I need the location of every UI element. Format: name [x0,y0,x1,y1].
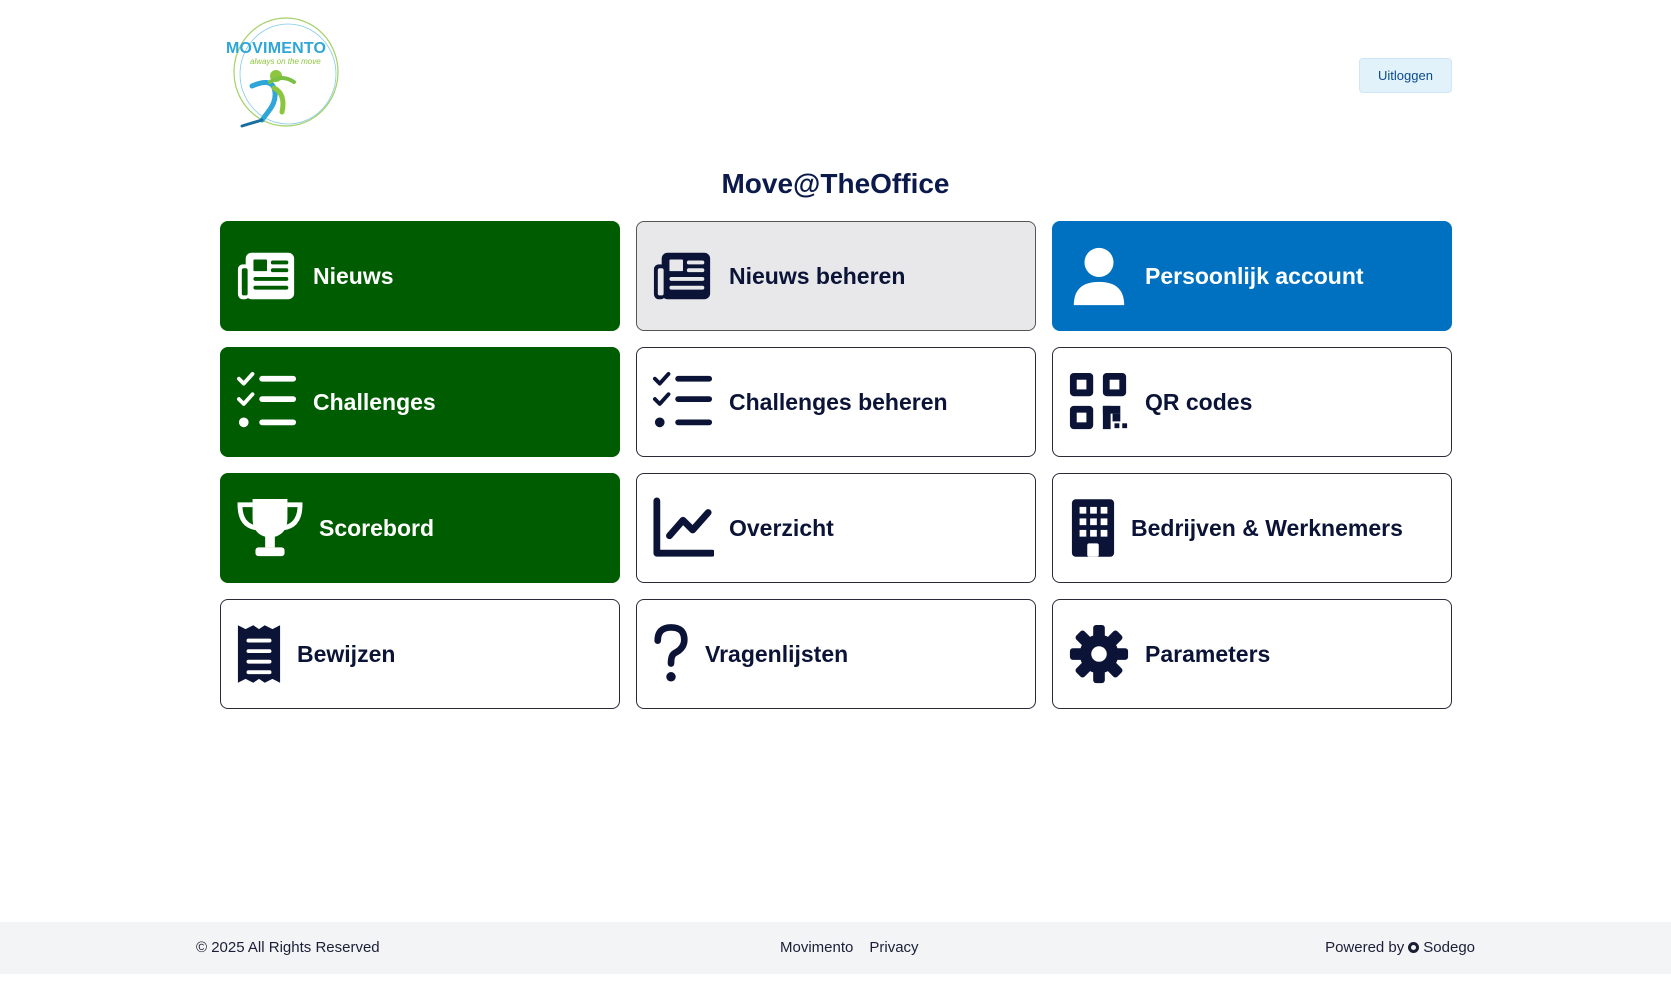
newspaper-icon [651,244,715,308]
tile-label: QR codes [1145,388,1253,415]
footer-links: Movimento Privacy [780,939,919,956]
trophy-icon [235,496,305,560]
user-icon [1067,244,1131,308]
qrcode-icon [1067,370,1131,434]
powered-prefix: Powered by [1325,939,1405,956]
tile-nieuws-beheren[interactable]: Nieuws beheren [636,221,1036,331]
question-icon [651,622,691,686]
tile-label: Vragenlijsten [705,640,849,667]
tile-label: Challenges [313,388,436,415]
page-title: Move@TheOffice [721,168,950,199]
tile-label: Persoonlijk account [1145,262,1364,289]
logo-swoosh-icon [233,17,339,128]
tile-overzicht[interactable]: Overzicht [636,473,1036,583]
gear-icon [1067,622,1131,686]
tile-parameters[interactable]: Parameters [1052,599,1452,709]
menu-grid: Nieuws Nieuws beheren Persoonlijk accoun… [220,221,1452,709]
tile-label: Nieuws beheren [729,262,906,289]
logout-button[interactable]: Uitloggen [1359,58,1452,93]
tile-nieuws[interactable]: Nieuws [220,221,620,331]
logo-text: MOVIMENTO [226,40,327,57]
copyright-text: © 2025 All Rights Reserved [196,939,380,956]
movimento-logo[interactable]: MOVIMENTO always on the move [222,16,342,130]
tile-scorebord[interactable]: Scorebord [220,473,620,583]
building-icon [1067,496,1119,560]
tile-label: Scorebord [319,514,435,541]
powered-brand: Sodego [1423,939,1475,956]
sodego-logo-icon [1408,942,1420,953]
checklist-icon [651,370,715,434]
tile-bewijzen[interactable]: Bewijzen [220,599,620,709]
tile-challenges[interactable]: Challenges [220,347,620,457]
tile-qr-codes[interactable]: QR codes [1052,347,1452,457]
powered-by[interactable]: Powered by Sodego [1325,939,1475,956]
footer-link-privacy[interactable]: Privacy [869,939,918,956]
chart-line-icon [651,496,715,560]
tile-label: Parameters [1145,640,1271,667]
tile-persoonlijk-account[interactable]: Persoonlijk account [1052,221,1452,331]
footer-link-movimento[interactable]: Movimento [780,939,853,956]
logo-tagline: always on the move [250,57,321,66]
tile-label: Overzicht [729,514,834,541]
newspaper-icon [235,244,299,308]
header: MOVIMENTO always on the move Uitloggen [0,0,1671,140]
tile-label: Bedrijven & Werknemers [1131,514,1403,541]
tile-challenges-beheren[interactable]: Challenges beheren [636,347,1036,457]
tile-bedrijven-werknemers[interactable]: Bedrijven & Werknemers [1052,473,1452,583]
tile-label: Nieuws [313,262,394,289]
tile-vragenlijsten[interactable]: Vragenlijsten [636,599,1036,709]
tile-label: Bewijzen [297,640,396,667]
footer: © 2025 All Rights Reserved Movimento Pri… [0,922,1671,974]
checklist-icon [235,370,299,434]
tile-label: Challenges beheren [729,388,948,415]
receipt-icon [235,622,283,686]
